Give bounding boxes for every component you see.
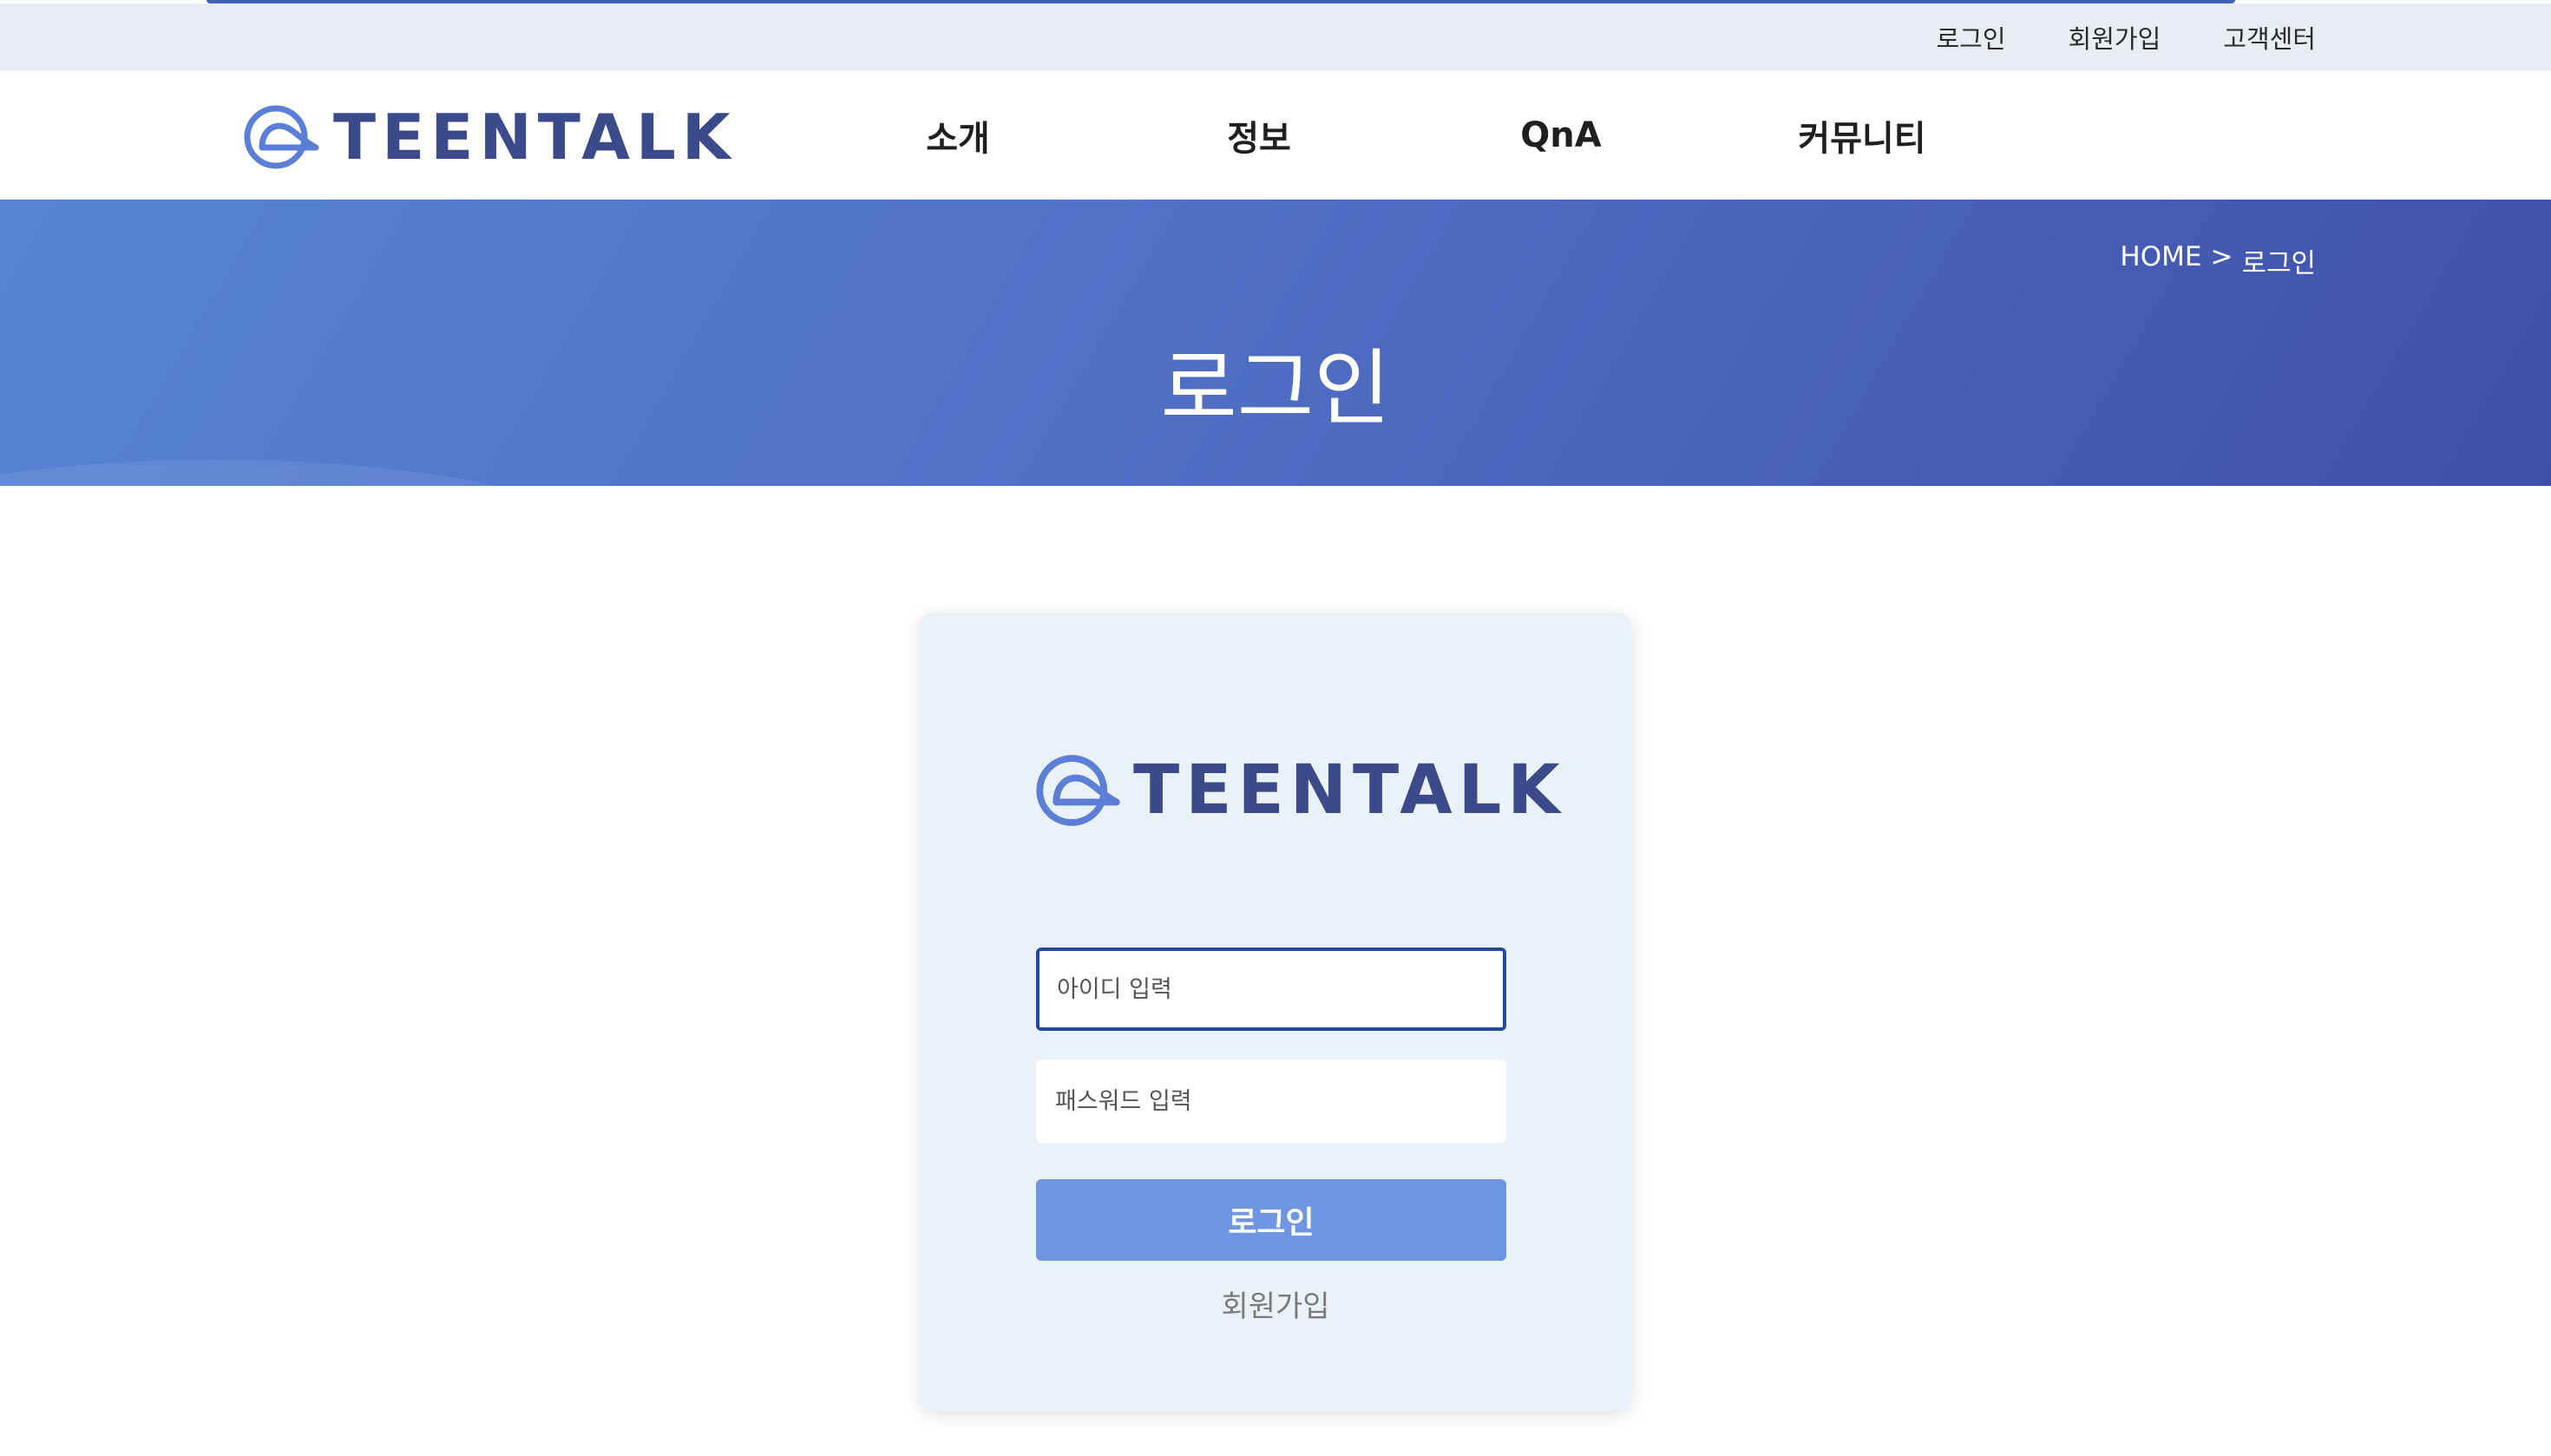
breadcrumb-separator: > [2210,241,2233,272]
breadcrumb-home[interactable]: HOME [2120,241,2201,280]
login-card: TEENTALK 로그인 회원가입 [920,613,1631,1411]
nav-item-intro[interactable]: 소개 [862,71,1053,200]
page-title: 로그인 [1160,340,1391,437]
util-signup-link[interactable]: 회원가입 [2069,19,2161,56]
breadcrumb: HOME > 로그인 [2120,241,2316,280]
nav-item-community[interactable]: 커뮤니티 [1767,71,1958,200]
utility-bar: 로그인 회원가입 고객센터 [0,3,2551,71]
password-input[interactable] [1036,1059,1506,1143]
signup-link[interactable]: 회원가입 [920,1282,1631,1325]
login-button[interactable]: 로그인 [1036,1179,1506,1261]
id-input[interactable] [1036,948,1506,1031]
banner-decoration [0,460,607,486]
util-login-link[interactable]: 로그인 [1936,19,2005,56]
login-card-logo: TEENTALK [1029,751,1566,830]
speech-bubble-logo-icon [1036,755,1120,826]
site-header: TEENTALK 소개 정보 QnA 커뮤니티 [0,71,2551,200]
logo-wordmark: TEENTALK [1133,751,1566,830]
nav-item-info[interactable]: 정보 [1164,71,1354,200]
util-support-link[interactable]: 고객센터 [2223,19,2316,56]
main-nav: 소개 정보 QnA 커뮤니티 [0,71,2551,200]
breadcrumb-current: 로그인 [2241,248,2316,279]
page-banner: HOME > 로그인 로그인 [0,200,2551,486]
utility-links: 로그인 회원가입 고객센터 [1936,3,2316,71]
nav-item-qna[interactable]: QnA [1466,71,1656,200]
